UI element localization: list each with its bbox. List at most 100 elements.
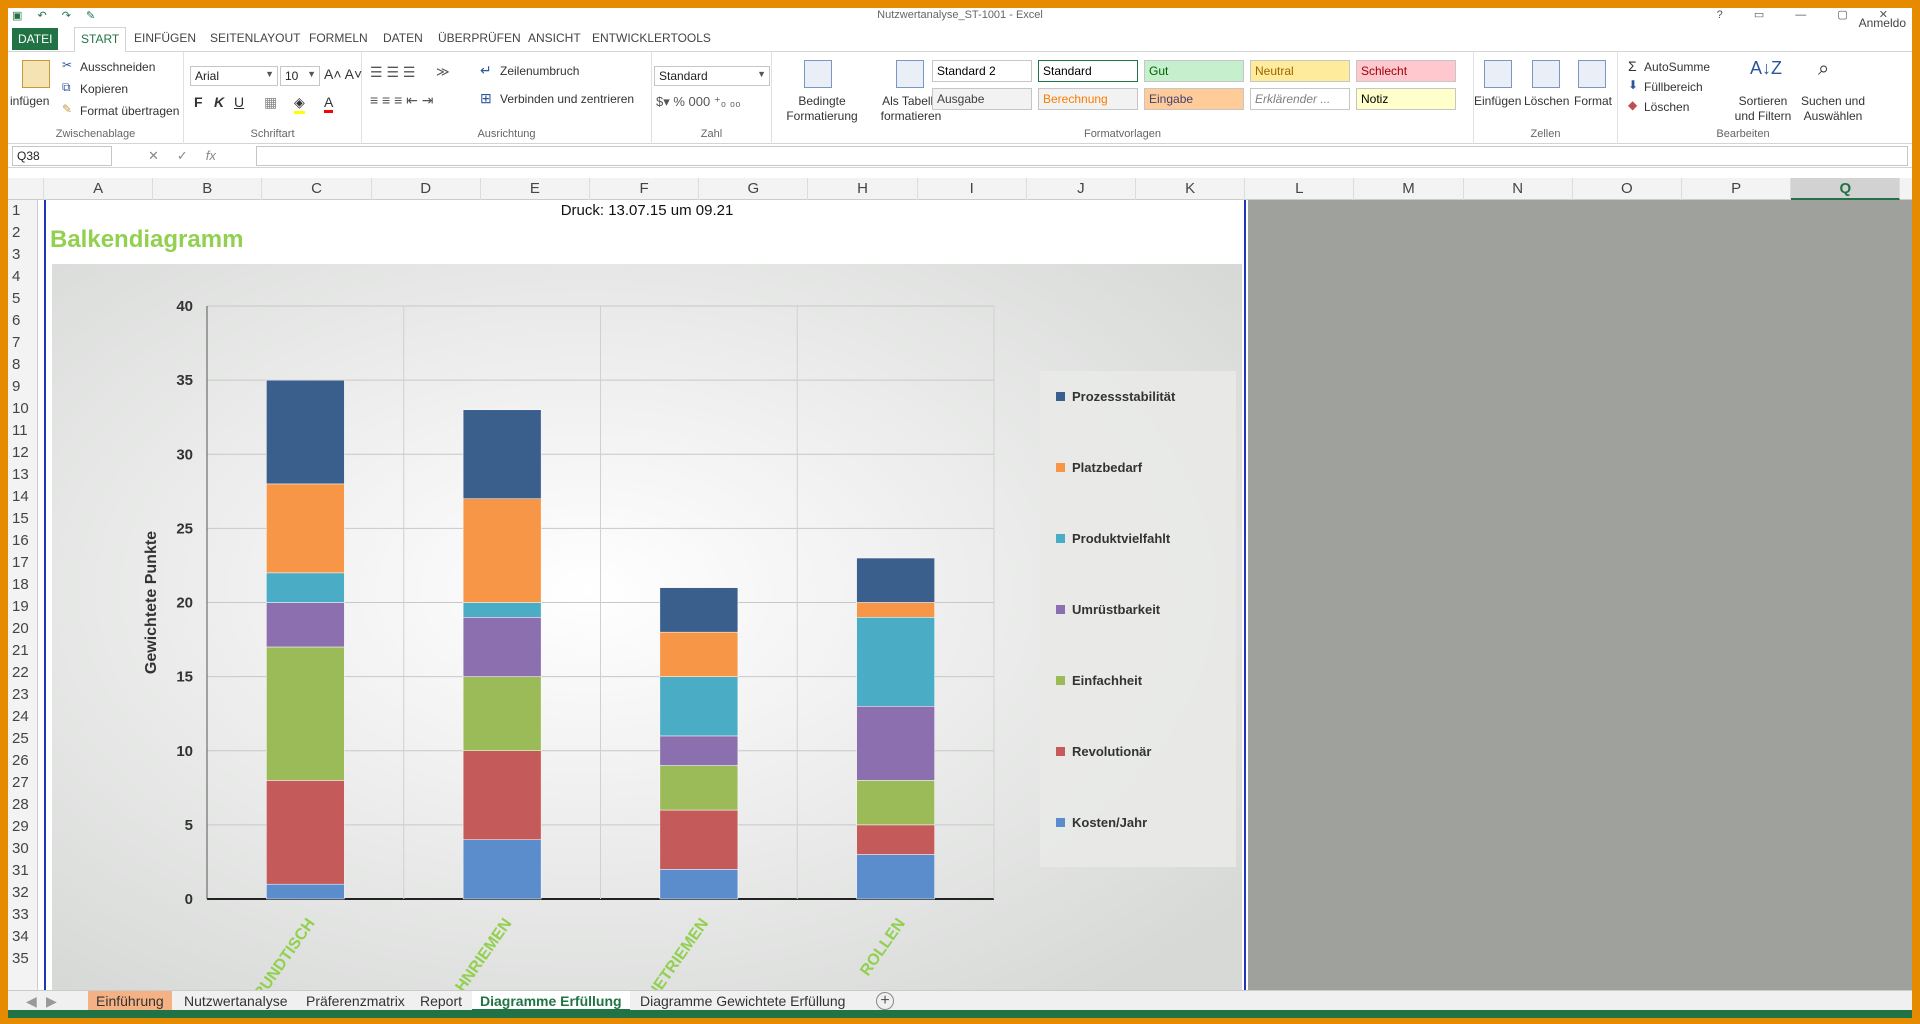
cell-style-item[interactable]: Erklärender ... — [1250, 88, 1350, 110]
row-header[interactable]: 5 — [8, 288, 38, 310]
insert-cells-button[interactable]: Einfügen — [1474, 94, 1521, 108]
sheet-tab[interactable]: Nutzwertanalyse — [176, 991, 296, 1011]
column-header[interactable]: P — [1682, 178, 1792, 200]
find-select-button[interactable]: Suchen und Auswählen — [1800, 94, 1866, 124]
tab-seitenlayout[interactable]: SEITENLAYOUT — [204, 30, 306, 52]
row-header[interactable]: 26 — [8, 750, 38, 772]
cell-style-item[interactable]: Schlecht — [1356, 60, 1456, 82]
sort-filter-icon[interactable]: A↓Z — [1750, 58, 1782, 79]
row-header[interactable]: 22 — [8, 662, 38, 684]
column-header[interactable]: E — [481, 178, 590, 200]
row-header[interactable]: 18 — [8, 574, 38, 596]
format-cells-button[interactable]: Format — [1574, 94, 1612, 108]
sheet-tab[interactable]: Report — [412, 991, 470, 1011]
row-header[interactable]: 11 — [8, 420, 38, 442]
conditional-format-icon[interactable] — [804, 60, 832, 88]
fill-button[interactable]: Füllbereich — [1644, 80, 1703, 94]
currency-icon[interactable]: $▾ % 000 ⁺₀ ₀₀ — [656, 94, 741, 110]
sheet-tab[interactable]: Einführung — [88, 991, 172, 1011]
row-header[interactable]: 33 — [8, 904, 38, 926]
column-header[interactable]: L — [1245, 178, 1355, 200]
row-header[interactable]: 15 — [8, 508, 38, 530]
cell-style-item[interactable]: Standard — [1038, 60, 1138, 82]
tab-überprüfen[interactable]: ÜBERPRÜFEN — [432, 30, 527, 52]
number-format-combo[interactable]: Standard ▼ — [654, 66, 770, 86]
underline-button[interactable]: U — [234, 94, 244, 110]
autosum-button[interactable]: AutoSumme — [1644, 60, 1710, 74]
format-as-table-icon[interactable] — [896, 60, 924, 88]
select-all-corner[interactable] — [8, 178, 44, 200]
row-header[interactable]: 12 — [8, 442, 38, 464]
row-header[interactable]: 8 — [8, 354, 38, 376]
format-cells-icon[interactable] — [1578, 60, 1606, 88]
row-header[interactable]: 34 — [8, 926, 38, 948]
font-size-combo[interactable]: 10 ▼ — [280, 66, 320, 86]
format-painter-button[interactable]: Format übertragen — [80, 104, 179, 118]
sort-filter-button[interactable]: Sortieren und Filtern — [1728, 94, 1798, 124]
paste-button[interactable]: infügen — [10, 94, 49, 108]
cell-style-item[interactable]: Ausgabe — [932, 88, 1032, 110]
row-header[interactable]: 1 — [8, 200, 38, 222]
cell-style-item[interactable]: Notiz — [1356, 88, 1456, 110]
orientation-icon[interactable]: ≫ — [436, 64, 450, 80]
sheet-tab[interactable]: Diagramme Gewichtete Erfüllung — [632, 991, 853, 1011]
row-header[interactable]: 7 — [8, 332, 38, 354]
bold-button[interactable]: F — [194, 94, 203, 110]
row-header[interactable]: 30 — [8, 838, 38, 860]
align-left-icon[interactable]: ≡ ≡ ≡ ⇤ ⇥ — [370, 92, 434, 109]
column-header[interactable]: Q — [1791, 178, 1901, 200]
copy-button[interactable]: Kopieren — [80, 82, 128, 96]
row-header[interactable]: 16 — [8, 530, 38, 552]
row-header[interactable]: 28 — [8, 794, 38, 816]
align-top-icon[interactable]: ☰ ☰ ☰ — [370, 64, 415, 81]
column-header[interactable]: B — [153, 178, 263, 200]
tab-ansicht[interactable]: ANSICHT — [522, 30, 587, 52]
column-header[interactable]: O — [1573, 178, 1682, 200]
stacked-bar-chart[interactable]: 0510152025303540Gewichtete PunkteRUNDTIS… — [52, 264, 1242, 990]
font-color-icon[interactable]: A — [324, 94, 334, 113]
row-header[interactable]: 27 — [8, 772, 38, 794]
column-header[interactable]: C — [262, 178, 372, 200]
cell-style-item[interactable]: Berechnung — [1038, 88, 1138, 110]
delete-cells-icon[interactable] — [1532, 60, 1560, 88]
scroll-right-icon[interactable]: ▶ — [38, 991, 65, 1011]
cell-style-item[interactable]: Eingabe — [1144, 88, 1244, 110]
tab-einfügen[interactable]: EINFÜGEN — [128, 30, 202, 52]
column-header[interactable]: N — [1464, 178, 1573, 200]
insert-cells-icon[interactable] — [1484, 60, 1512, 88]
border-icon[interactable]: ▦ — [264, 94, 277, 111]
row-header[interactable]: 13 — [8, 464, 38, 486]
cell-style-item[interactable]: Neutral — [1250, 60, 1350, 82]
sheet-tab[interactable]: Präferenzmatrix — [298, 991, 413, 1011]
delete-cells-button[interactable]: Löschen — [1524, 94, 1569, 108]
row-header[interactable]: 6 — [8, 310, 38, 332]
row-header[interactable]: 20 — [8, 618, 38, 640]
fx-icon[interactable]: ✕✓fx — [148, 148, 216, 164]
row-header[interactable]: 3 — [8, 244, 38, 266]
column-header[interactable]: M — [1354, 178, 1464, 200]
sign-in-link[interactable]: Anmeldo — [1859, 16, 1906, 30]
fill-color-icon[interactable]: ◈ — [294, 94, 305, 114]
tab-start[interactable]: START — [74, 27, 127, 53]
column-header[interactable]: D — [372, 178, 481, 200]
grow-font-icon[interactable]: A˄ A˅ — [324, 66, 362, 82]
row-header[interactable]: 35 — [8, 948, 38, 970]
clear-button[interactable]: Löschen — [1644, 100, 1689, 114]
column-header[interactable]: G — [699, 178, 809, 200]
column-header[interactable]: A — [44, 178, 154, 200]
paste-icon[interactable] — [22, 60, 50, 88]
add-sheet-icon[interactable]: + — [876, 992, 894, 1010]
row-header[interactable]: 14 — [8, 486, 38, 508]
row-header[interactable]: 25 — [8, 728, 38, 750]
row-header[interactable]: 32 — [8, 882, 38, 904]
column-header[interactable]: I — [918, 178, 1027, 200]
name-box[interactable]: Q38 — [12, 146, 112, 166]
column-header[interactable]: F — [590, 178, 700, 200]
tab-entwicklertools[interactable]: ENTWICKLERTOOLS — [586, 30, 717, 52]
tab-datei[interactable]: DATEI — [12, 28, 59, 50]
tab-formeln[interactable]: FORMELN — [303, 30, 374, 52]
row-header[interactable]: 31 — [8, 860, 38, 882]
cell-style-item[interactable]: Standard 2 — [932, 60, 1032, 82]
column-header[interactable]: K — [1136, 178, 1246, 200]
conditional-format-button[interactable]: Bedingte Formatierung — [776, 94, 868, 124]
